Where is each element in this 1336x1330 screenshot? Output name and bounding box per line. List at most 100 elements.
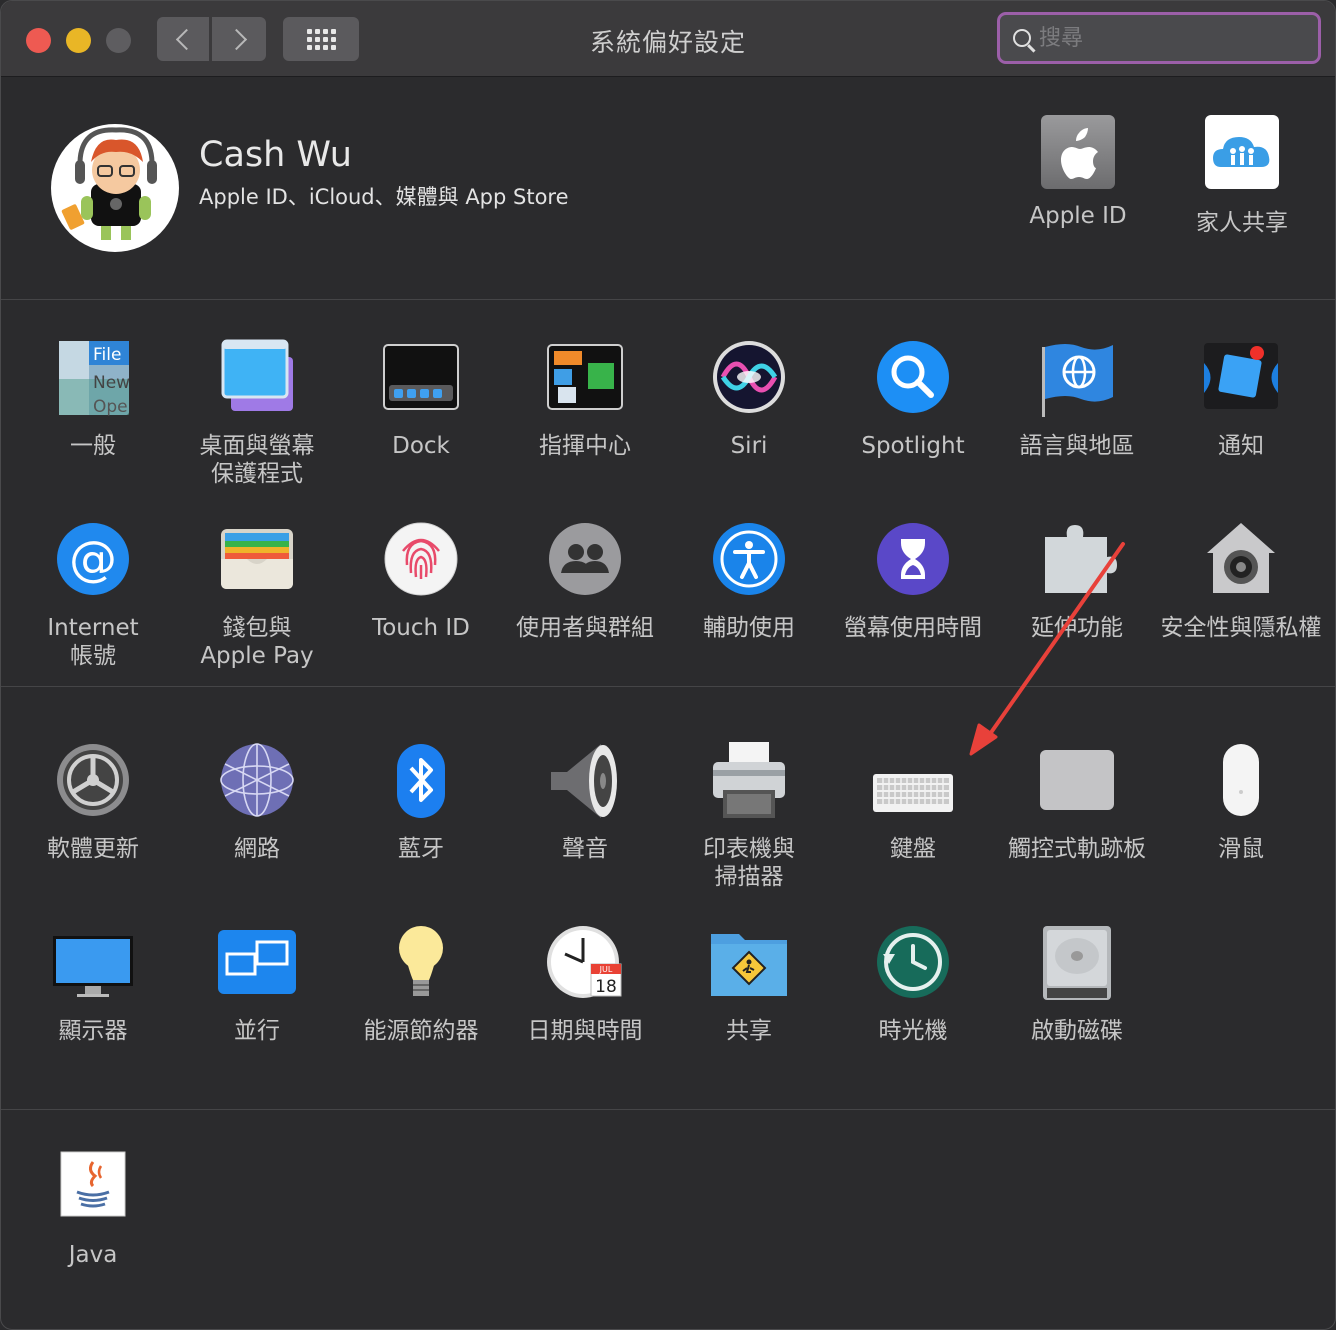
pane-label: 螢幕使用時間 [844,615,982,641]
svg-text:18: 18 [595,977,617,997]
svg-text:JUL: JUL [599,965,613,974]
pane-label: Touch ID [372,615,470,641]
keyboard-icon [873,742,953,822]
pane-printers-scanners[interactable]: 印表機與 掃描器 [667,742,831,891]
pane-label: 輔助使用 [703,615,795,641]
search-field[interactable] [997,12,1321,64]
pane-label: 共享 [726,1018,772,1044]
wallet-applepay-icon [217,521,297,601]
screen-time-icon [873,521,953,601]
pane-label: 鍵盤 [890,836,936,862]
displays-icon [53,924,133,1004]
pane-label: 使用者與群組 [516,615,654,641]
pane-trackpad[interactable]: 觸控式軌跡板 [995,742,1159,863]
pane-touch-id[interactable]: Touch ID [339,521,503,642]
pane-accessibility[interactable]: 輔助使用 [667,521,831,642]
startup-disk-icon [1037,924,1117,1004]
pane-label: 藍牙 [398,836,444,862]
pane-label: 錢包與 Apple Pay [200,615,314,669]
pane-java[interactable]: Java [11,1148,175,1269]
sound-icon [545,742,625,822]
apple-id-pane[interactable]: Apple ID [1003,115,1153,229]
software-update-icon [53,742,133,822]
mission-control-icon [545,339,625,419]
apple-id-icon [1041,115,1115,189]
touch-id-icon [381,521,461,601]
pane-label: 通知 [1218,433,1264,459]
pane-label: Internet 帳號 [47,615,139,669]
pane-general[interactable]: File New Ope 一般 [11,339,175,460]
pane-label: Java [68,1242,118,1268]
pane-label: 日期與時間 [527,1018,643,1044]
pane-label: 聲音 [562,836,608,862]
pane-sharing[interactable]: 共享 [667,924,831,1045]
pane-sidecar[interactable]: 並行 [175,924,339,1045]
desktop-screensaver-icon [217,339,297,419]
other-panes-section: Java [1,1110,1335,1329]
search-input[interactable] [1037,24,1301,52]
pane-mouse[interactable]: 滑鼠 [1159,742,1323,863]
pane-keyboard[interactable]: 鍵盤 [831,742,995,863]
pane-label: 網路 [234,836,280,862]
bluetooth-icon [381,742,461,822]
pane-dock[interactable]: Dock [339,339,503,460]
pane-desktop-screensaver[interactable]: 桌面與螢幕 保護程式 [175,339,339,488]
pane-label: 啟動磁碟 [1031,1018,1123,1044]
spotlight-icon [873,339,953,419]
family-sharing-pane[interactable]: 家人共享 [1167,115,1317,237]
pane-startup-disk[interactable]: 啟動磁碟 [995,924,1159,1045]
pane-bluetooth[interactable]: 藍牙 [339,742,503,863]
svg-text:Ope: Ope [93,397,128,417]
pane-energy-saver[interactable]: 能源節約器 [339,924,503,1045]
dock-icon [381,339,461,419]
pane-label: 時光機 [878,1018,948,1044]
extensions-icon [1037,521,1117,601]
hardware-panes-section: 軟體更新 網路 藍牙 聲音 印表機與 掃描器 鍵盤 觸控式軌跡板 滑鼠 顯示器 … [1,687,1335,1110]
pane-wallet-applepay[interactable]: 錢包與 Apple Pay [175,521,339,670]
pane-network[interactable]: 網路 [175,742,339,863]
pane-mission-control[interactable]: 指揮中心 [503,339,667,460]
svg-text:File: File [93,345,121,365]
security-privacy-icon [1201,521,1281,601]
pane-extensions[interactable]: 延伸功能 [995,521,1159,642]
pane-software-update[interactable]: 軟體更新 [11,742,175,863]
family-sharing-icon [1205,115,1279,189]
svg-text:New: New [93,373,130,393]
pane-time-machine[interactable]: 時光機 [831,924,995,1045]
pane-notifications[interactable]: 通知 [1159,339,1323,460]
date-time-icon: JUL 18 [545,924,625,1004]
pane-sound[interactable]: 聲音 [503,742,667,863]
siri-icon [709,339,789,419]
pane-internet-accounts[interactable]: @ Internet 帳號 [11,521,175,670]
pane-spotlight[interactable]: Spotlight [831,339,995,460]
pane-security-privacy[interactable]: 安全性與隱私權 [1159,521,1323,642]
pane-label: 桌面與螢幕 保護程式 [199,433,315,487]
title-bar: 系統偏好設定 [1,1,1335,77]
pane-date-time[interactable]: JUL 18 日期與時間 [503,924,667,1045]
printers-scanners-icon [709,742,789,822]
pane-language-region[interactable]: 語言與地區 [995,339,1159,460]
pane-users-groups[interactable]: 使用者與群組 [503,521,667,642]
pane-label: Spotlight [861,433,965,459]
energy-saver-icon [381,924,461,1004]
avatar[interactable] [51,124,179,252]
search-icon [1013,29,1031,47]
pane-label: 觸控式軌跡板 [1008,836,1146,862]
accessibility-icon [709,521,789,601]
account-header: Cash Wu Apple ID、iCloud、媒體與 App Store Ap… [1,77,1335,300]
family-sharing-label: 家人共享 [1196,210,1288,236]
pane-label: Dock [392,433,450,459]
language-region-icon [1037,339,1117,419]
pane-label: 印表機與 掃描器 [703,836,795,890]
pane-label: 並行 [234,1018,280,1044]
network-icon [217,742,297,822]
pane-siri[interactable]: Siri [667,339,831,460]
apple-id-label: Apple ID [1029,203,1127,229]
pane-label: 顯示器 [58,1018,128,1044]
pane-screen-time[interactable]: 螢幕使用時間 [831,521,995,642]
account-subtitle: Apple ID、iCloud、媒體與 App Store [199,185,569,209]
pane-displays[interactable]: 顯示器 [11,924,175,1045]
java-icon [53,1148,133,1228]
svg-text:@: @ [69,531,117,587]
mouse-icon [1201,742,1281,822]
